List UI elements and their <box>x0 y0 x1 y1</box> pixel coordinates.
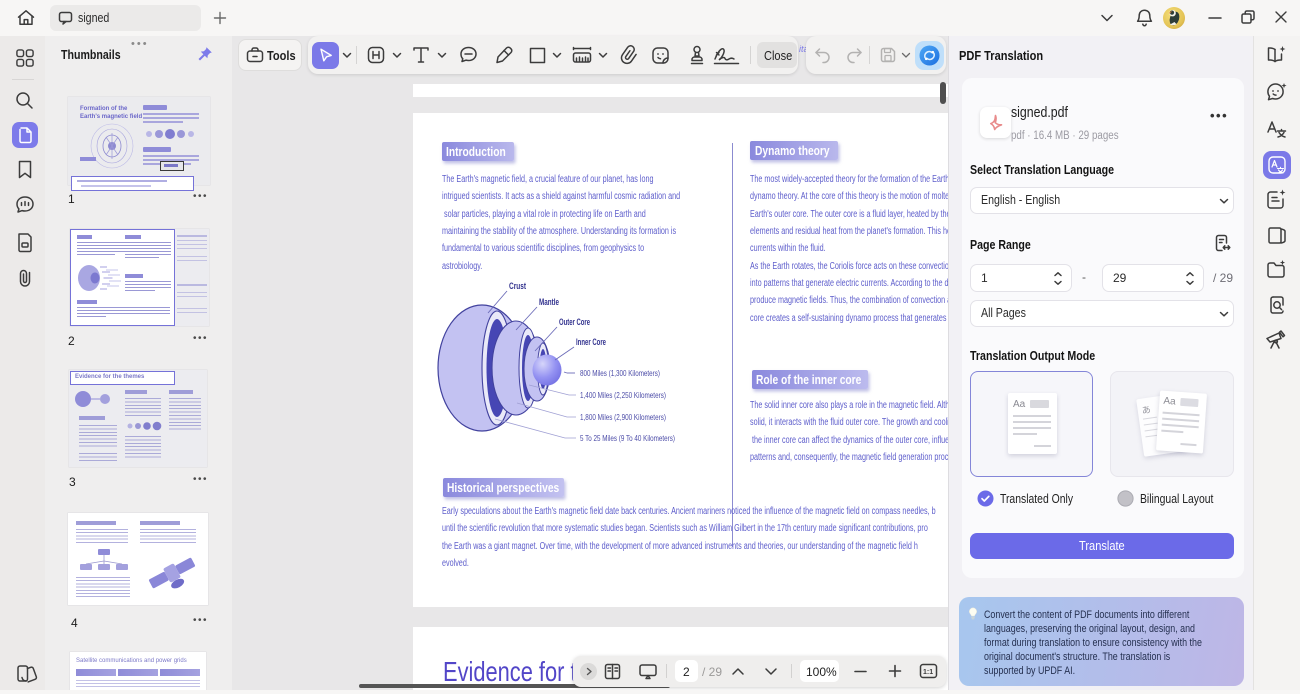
svg-text:Mantle: Mantle <box>539 297 559 307</box>
svg-text:5 To 25 Miles (9 To 40 Kilomet: 5 To 25 Miles (9 To 40 Kilometers) <box>580 433 675 443</box>
svg-text:Inner Core: Inner Core <box>576 337 606 347</box>
svg-text:Crust: Crust <box>509 281 526 291</box>
svg-text:1:1: 1:1 <box>923 669 933 676</box>
svg-text:800 Miles (1,300 Kilometers): 800 Miles (1,300 Kilometers) <box>580 368 660 378</box>
svg-text:Outer Core: Outer Core <box>559 317 590 327</box>
svg-text:1,800 Miles (2,900 Kilometers): 1,800 Miles (2,900 Kilometers) <box>580 412 666 422</box>
svg-text:1,400 Miles (2,250 Kilometers): 1,400 Miles (2,250 Kilometers) <box>580 390 666 400</box>
